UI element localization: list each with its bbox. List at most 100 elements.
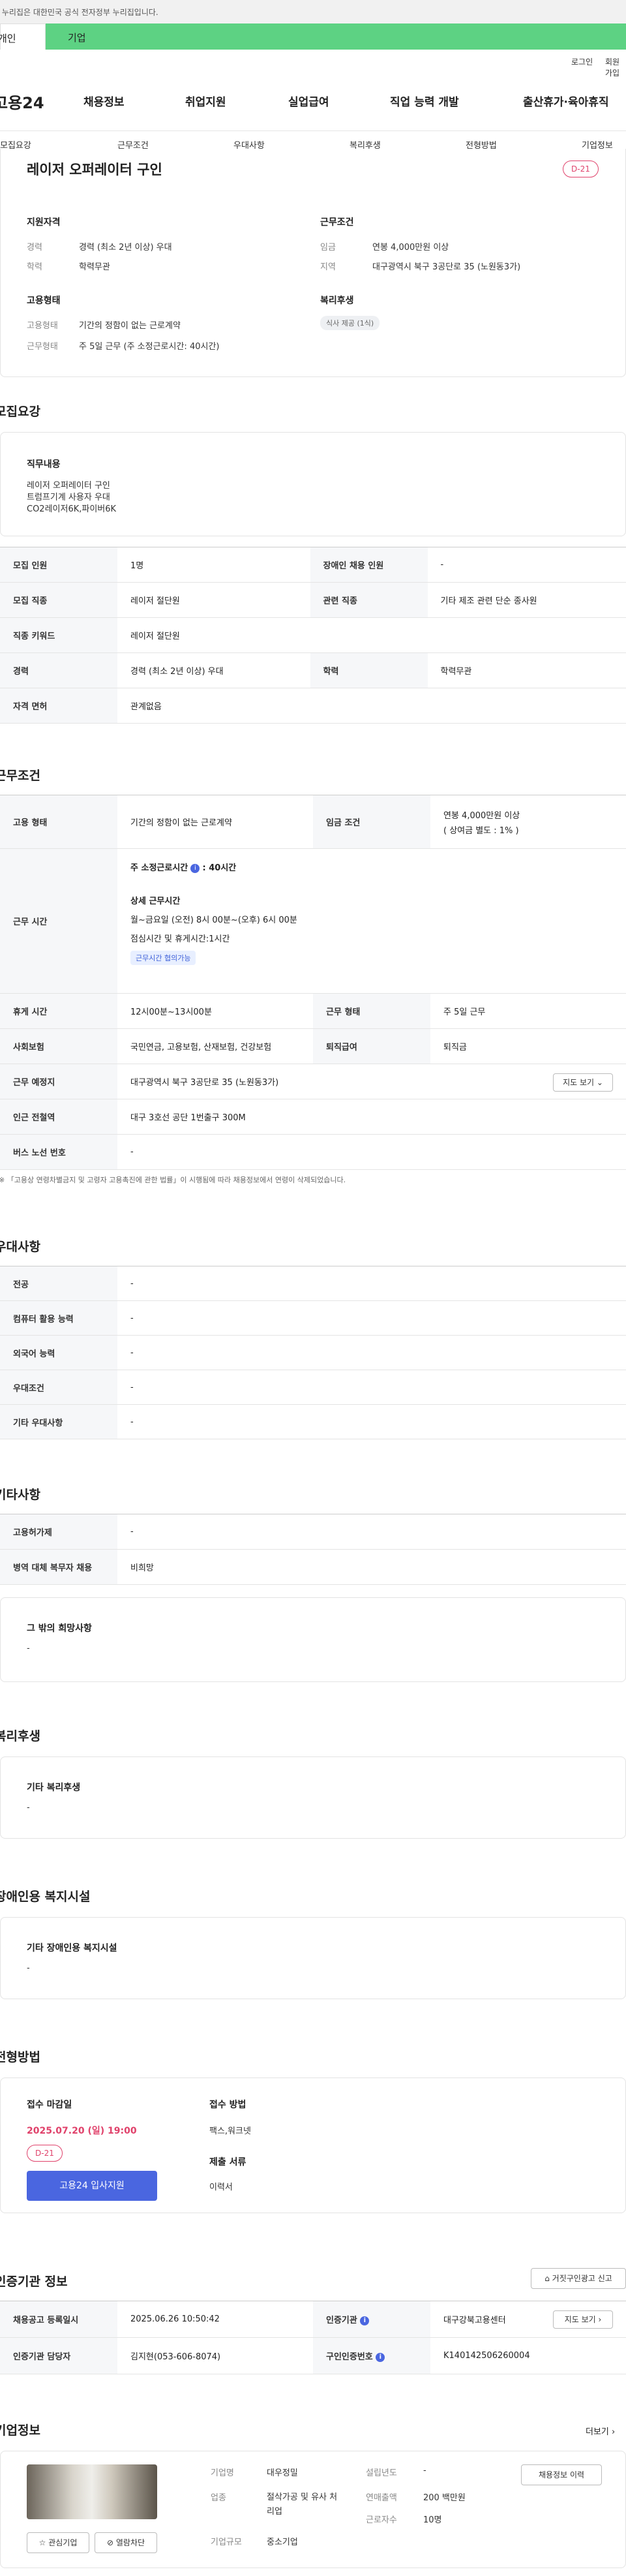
info-icon[interactable]: i xyxy=(190,863,200,873)
table-row: 휴게 시간 12시00분~13시00분 근무 형태 주 5일 근무 xyxy=(0,993,626,1029)
welfare-section-title: 복리후생 xyxy=(0,1729,40,1743)
block-view-button[interactable]: ⊘ 열람차단 xyxy=(95,2532,157,2553)
table-row: 모집 직종 레이저 절단원 관련 직종 기타 제조 관련 단순 종사원 xyxy=(0,582,626,618)
duty-line-3: CO2레이저6K,파이버6K xyxy=(27,504,117,514)
work-place-value: 대구광역시 북구 3공단로 35 (노원동3가) xyxy=(130,1078,279,1088)
star-icon: ☆ xyxy=(38,2538,46,2547)
agency-section-title: 인증기관 정보 xyxy=(0,2275,68,2289)
job-history-button[interactable]: 채용정보 이력 xyxy=(521,2464,602,2485)
edu-value: 학력무관 xyxy=(79,262,110,272)
gnb-item-parental-leave[interactable]: 출산휴가·육아휴직 xyxy=(523,93,626,109)
career-value: 경력 (최소 2년 이상) 우대 xyxy=(79,243,172,253)
sales-label: 연매출액 xyxy=(366,2493,397,2503)
work-heading: 근무조건 xyxy=(320,217,354,228)
other-wishes-heading: 그 밖의 희망사항 xyxy=(27,1623,92,1634)
site-logo[interactable]: 고용24 xyxy=(0,90,44,113)
table-row: 인증기관 담당자 김지현(053-606-8074) 구인인증번호 i K140… xyxy=(0,2337,626,2374)
duty-line-2: 트럼프기계 사용자 우대 xyxy=(27,493,110,502)
chevron-down-icon: ⌄ xyxy=(596,1078,603,1087)
employ-type-value: 기간의 정함이 없는 근로계약 xyxy=(79,321,181,331)
work-hours-label: 근무형태 xyxy=(27,342,58,352)
scale-value: 중소기업 xyxy=(267,2538,298,2547)
block-icon: ⊘ xyxy=(106,2538,114,2547)
table-row: 채용공고 등록일시 2025.06.26 10:50:42 인증기관 i 대구강… xyxy=(0,2301,626,2338)
age-footnote: ※ 「고용상 연령차별금지 및 고령자 고용촉진에 관한 법률」이 시행됨에 따… xyxy=(0,1176,346,1184)
founded-value: - xyxy=(423,2466,426,2476)
tab-company[interactable]: 기업 xyxy=(46,23,626,50)
disabled-other-value: - xyxy=(27,1963,30,1973)
company-name-label: 기업명 xyxy=(211,2468,234,2478)
favorite-company-button[interactable]: ☆ 관심기업 xyxy=(27,2532,89,2553)
table-row: 고용허가제 - xyxy=(0,1514,626,1550)
hours-detail-1: 월~금요일 (오전) 8시 00분~(오후) 6시 00분 xyxy=(130,915,297,925)
cert-agency-value: 대구강북고용센터 xyxy=(443,2316,506,2325)
gnb-item-jobs[interactable]: 채용정보 xyxy=(83,93,125,109)
apply-card: 접수 마감일 2025.07.20 (일) 19:00 D-21 고용24 입사… xyxy=(0,2078,626,2213)
home-icon: ⌂ xyxy=(544,2274,550,2283)
method-value: 팩스,워크넷 xyxy=(209,2126,251,2136)
region-value: 대구광역시 북구 3공단로 35 (노원동3가) xyxy=(372,262,521,272)
company-image xyxy=(27,2464,157,2519)
docs-value: 이력서 xyxy=(209,2183,233,2192)
info-icon[interactable]: i xyxy=(376,2352,385,2362)
table-row: 버스 노선 번호 - xyxy=(0,1134,626,1170)
dday-badge: D-21 xyxy=(563,161,599,177)
disabled-section-title: 장애인용 복지시설 xyxy=(0,1890,91,1904)
apply-dday-badge: D-21 xyxy=(27,2145,63,2162)
etc-table: 고용허가제 - 병역 대체 복무자 채용 비희망 xyxy=(0,1514,626,1585)
wage-value: 연봉 4,000만원 이상 xyxy=(443,810,520,821)
duty-card: 직무내용 레이저 오퍼레이터 구인 트럼프기계 사용자 우대 CO2레이저6K,… xyxy=(0,432,626,536)
deadline-value: 2025.07.20 (일) 19:00 xyxy=(27,2126,137,2136)
tab-personal[interactable]: 개인 xyxy=(0,23,46,50)
preference-table: 전공 - 컴퓨터 활용 능력 - 외국어 능력 - 우대조건 - 기타 우대사항 - xyxy=(0,1266,626,1439)
apply-button[interactable]: 고용24 입사지원 xyxy=(27,2171,157,2201)
method-heading: 접수 방법 xyxy=(209,2100,246,2110)
company-card: ☆ 관심기업 ⊘ 열람차단 기업명 대우정밀 업종 절삭가공 및 유사 처리업 … xyxy=(0,2451,626,2568)
table-row: 고용 형태 기간의 정함이 없는 근로계약 임금 조건 연봉 4,000만원 이… xyxy=(0,795,626,849)
report-fake-ad-button[interactable]: ⌂ 거짓구인광고 신고 xyxy=(531,2268,626,2289)
info-icon[interactable]: i xyxy=(360,2316,370,2325)
map-button[interactable]: 지도 보기 ⌄ xyxy=(553,1073,613,1092)
table-row: 경력 경력 (최소 2년 이상) 우대 학력 학력무관 xyxy=(0,652,626,688)
preference-section-title: 우대사항 xyxy=(0,1240,40,1254)
etc-section-title: 기타사항 xyxy=(0,1488,40,1502)
welfare-other-heading: 기타 복리후생 xyxy=(27,1783,81,1793)
employ-heading: 고용형태 xyxy=(27,296,61,306)
agency-map-button[interactable]: 지도 보기 › xyxy=(553,2310,613,2329)
table-row: 외국어 능력 - xyxy=(0,1335,626,1370)
chevron-right-icon: › xyxy=(612,2427,616,2437)
employ-type-label: 고용형태 xyxy=(27,321,58,331)
duty-heading: 직무내용 xyxy=(27,459,61,470)
deadline-heading: 접수 마감일 xyxy=(27,2100,72,2110)
table-row: 사회보험 국민연금, 고용보험, 산재보험, 건강보험 퇴직급여 퇴직금 xyxy=(0,1028,626,1064)
founded-label: 설립년도 xyxy=(366,2468,397,2478)
hours-detail-heading: 상세 근무시간 xyxy=(130,897,181,906)
table-row: 컴퓨터 활용 능력 - xyxy=(0,1300,626,1336)
hours-detail-2: 점심시간 및 휴게시간:1시간 xyxy=(130,934,230,944)
conditions-table: 고용 형태 기간의 정함이 없는 근로계약 임금 조건 연봉 4,000만원 이… xyxy=(0,795,626,1170)
gnb-item-job-training[interactable]: 직업 능력 개발 xyxy=(390,93,459,109)
disabled-other-heading: 기타 장애인용 복지시설 xyxy=(27,1943,117,1954)
other-wishes-value: - xyxy=(27,1644,30,1653)
scale-label: 기업규모 xyxy=(211,2538,242,2547)
member-type-tabs: 개인 기업 xyxy=(0,23,626,50)
company-more-link[interactable]: 더보기 › xyxy=(586,2425,615,2437)
company-section-title: 기업정보 xyxy=(0,2423,40,2438)
employees-value: 10명 xyxy=(423,2515,442,2525)
table-row: 우대조건 - xyxy=(0,1370,626,1405)
gov-banner-text: 이 누리집은 대한민국 공식 전자정부 누리집입니다. xyxy=(0,8,158,17)
gnb-item-unemployment-benefit[interactable]: 실업급여 xyxy=(288,93,329,109)
signup-link[interactable]: 회원가입 xyxy=(605,56,626,78)
weekly-hours-value: : 40시간 xyxy=(202,863,237,873)
docs-heading: 제출 서류 xyxy=(209,2157,246,2168)
table-row: 기타 우대사항 - xyxy=(0,1404,626,1439)
region-label: 지역 xyxy=(320,262,336,272)
welfare-other-value: - xyxy=(27,1803,30,1813)
company-name-value: 대우정밀 xyxy=(267,2468,298,2478)
apply-section-title: 전형방법 xyxy=(0,2050,40,2064)
wage-label: 임금 xyxy=(320,243,336,253)
table-row: 전공 - xyxy=(0,1266,626,1301)
job-summary-card: 레이저 오퍼레이터 구인 D-21 지원자격 경력 경력 (최소 2년 이상) … xyxy=(0,149,626,377)
login-link[interactable]: 로그인 xyxy=(571,56,593,67)
gnb-item-employment-support[interactable]: 취업지원 xyxy=(185,93,226,109)
